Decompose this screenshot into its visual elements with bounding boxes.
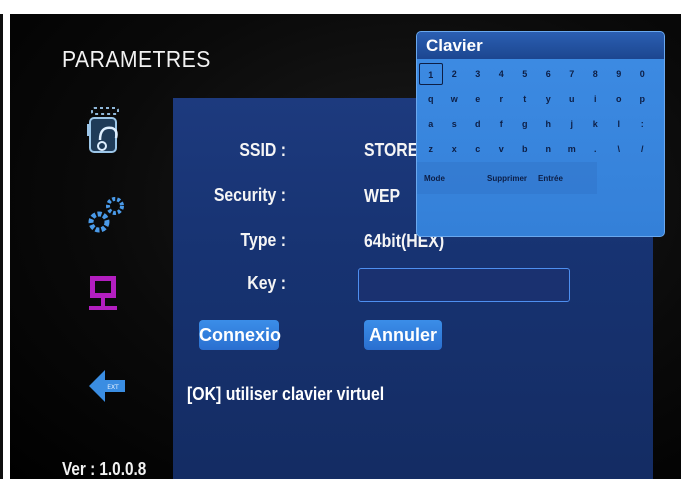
key-f[interactable]: f <box>490 113 514 135</box>
key-e[interactable]: e <box>466 88 490 110</box>
key-y[interactable]: y <box>537 88 561 110</box>
connect-button[interactable]: Connexio <box>199 320 281 350</box>
key-m[interactable]: m <box>560 138 584 160</box>
key-d[interactable]: d <box>466 113 490 135</box>
security-label: Security : <box>213 185 286 205</box>
key-w[interactable]: w <box>443 88 467 110</box>
key-4[interactable]: 4 <box>490 63 514 85</box>
network-monitor-icon[interactable] <box>87 274 123 318</box>
screen-left-border <box>0 14 3 479</box>
key-k[interactable]: k <box>584 113 608 135</box>
key-s[interactable]: s <box>443 113 467 135</box>
key-6[interactable]: 6 <box>537 63 561 85</box>
key-r[interactable]: r <box>490 88 514 110</box>
key-backslash[interactable]: \ <box>607 138 631 160</box>
key-0[interactable]: 0 <box>631 63 655 85</box>
keyboard-body: 1 2 3 4 5 6 7 8 9 0 q w e r t y u i o p … <box>417 59 664 236</box>
exit-back-icon[interactable]: EXT <box>85 364 129 408</box>
key-c[interactable]: c <box>466 138 490 160</box>
key-3[interactable]: 3 <box>466 63 490 85</box>
virtual-keyboard: Clavier 1 2 3 4 5 6 7 8 9 0 q w e r t y <box>416 31 665 237</box>
key-x[interactable]: x <box>443 138 467 160</box>
key-p[interactable]: p <box>631 88 655 110</box>
ssid-label: SSID : <box>239 140 286 160</box>
keyboard-mode-button[interactable]: Mode <box>424 174 445 183</box>
virtual-keyboard-hint: [OK] utiliser clavier virtuel <box>187 384 385 404</box>
key-z[interactable]: z <box>419 138 443 160</box>
key-j[interactable]: j <box>560 113 584 135</box>
keyboard-row: a s d f g h j k l : <box>419 113 654 135</box>
keyboard-row: 1 2 3 4 5 6 7 8 9 0 <box>419 63 654 85</box>
ssid-value: STORE <box>364 140 419 160</box>
key-g[interactable]: g <box>513 113 537 135</box>
settings-screen: PARAMETRES EXT SSID : STORE Security: W… <box>10 14 681 479</box>
key-q[interactable]: q <box>419 88 443 110</box>
type-label: Type : <box>240 230 286 250</box>
key-input[interactable] <box>358 268 570 302</box>
key-u[interactable]: u <box>560 88 584 110</box>
key-i[interactable]: i <box>584 88 608 110</box>
key-7[interactable]: 7 <box>560 63 584 85</box>
keyboard-enter-button[interactable]: Entrée <box>538 174 563 183</box>
keyboard-row: z x c v b n m . \ / <box>419 138 654 160</box>
key-label: Key : <box>247 273 286 293</box>
cancel-button[interactable]: Annuler <box>364 320 442 350</box>
page-title: PARAMETRES <box>62 46 211 72</box>
key-1[interactable]: 1 <box>419 63 443 85</box>
keyboard-title: Clavier <box>417 32 664 59</box>
key-l[interactable]: l <box>607 113 631 135</box>
key-2[interactable]: 2 <box>443 63 467 85</box>
key-9[interactable]: 9 <box>607 63 631 85</box>
key-8[interactable]: 8 <box>584 63 608 85</box>
key-period[interactable]: . <box>584 138 608 160</box>
key-b[interactable]: b <box>513 138 537 160</box>
key-colon[interactable]: : <box>631 113 655 135</box>
svg-text:EXT: EXT <box>107 384 119 391</box>
security-value: WEP <box>364 186 401 206</box>
remote-control-icon[interactable] <box>86 106 130 156</box>
key-v[interactable]: v <box>490 138 514 160</box>
key-o[interactable]: o <box>607 88 631 110</box>
keyboard-delete-button[interactable]: Supprimer <box>487 174 527 183</box>
key-a[interactable]: a <box>419 113 443 135</box>
key-h[interactable]: h <box>537 113 561 135</box>
keyboard-row: q w e r t y u i o p <box>419 88 654 110</box>
key-5[interactable]: 5 <box>513 63 537 85</box>
version-label: Ver : 1.0.0.8 <box>62 459 147 479</box>
settings-gears-icon[interactable] <box>85 194 127 236</box>
key-n[interactable]: n <box>537 138 561 160</box>
key-t[interactable]: t <box>513 88 537 110</box>
key-slash[interactable]: / <box>631 138 655 160</box>
